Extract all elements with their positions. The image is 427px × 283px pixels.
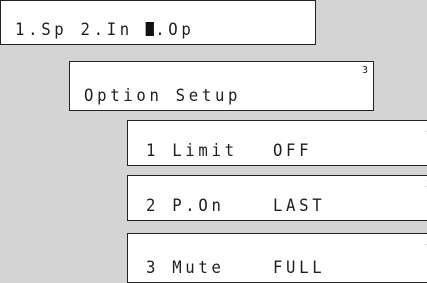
- option-label: 3 Mute: [146, 258, 225, 278]
- menu-item-speaker[interactable]: 1.Sp: [15, 20, 67, 40]
- option-line: 3 Mute FULL: [146, 258, 325, 278]
- option-value: FULL: [272, 258, 326, 278]
- option-value: OFF: [272, 141, 313, 161]
- option-line: 2 P.On LAST: [146, 196, 325, 216]
- option-label: 2 P.On: [146, 196, 225, 216]
- option-power-on-display[interactable]: 3 2 P.OnLAST: [127, 175, 427, 221]
- option-label: 1 Limit: [146, 141, 238, 161]
- main-menu-line: 1.Sp 2.In 3 .Op: [15, 20, 195, 40]
- main-menu-display: 1.Sp 2.In 3 .Op: [0, 0, 316, 45]
- option-setup-title: Option Setup: [84, 86, 242, 106]
- option-limit-display[interactable]: 3 1 LimitOFF: [127, 120, 427, 166]
- page-indicator: 3: [361, 65, 368, 76]
- option-mute-display[interactable]: 3 3 MuteFULL: [127, 233, 427, 283]
- menu-item-option[interactable]: 3 .Op: [146, 20, 195, 40]
- option-value: LAST: [272, 196, 326, 216]
- option-line: 1 Limit OFF: [146, 141, 312, 161]
- option-setup-display: 3 Option Setup: [69, 61, 374, 111]
- menu-item-option-number: 3: [146, 22, 155, 36]
- menu-item-option-label: .Op: [155, 20, 195, 40]
- menu-item-input[interactable]: 2.In: [81, 20, 133, 40]
